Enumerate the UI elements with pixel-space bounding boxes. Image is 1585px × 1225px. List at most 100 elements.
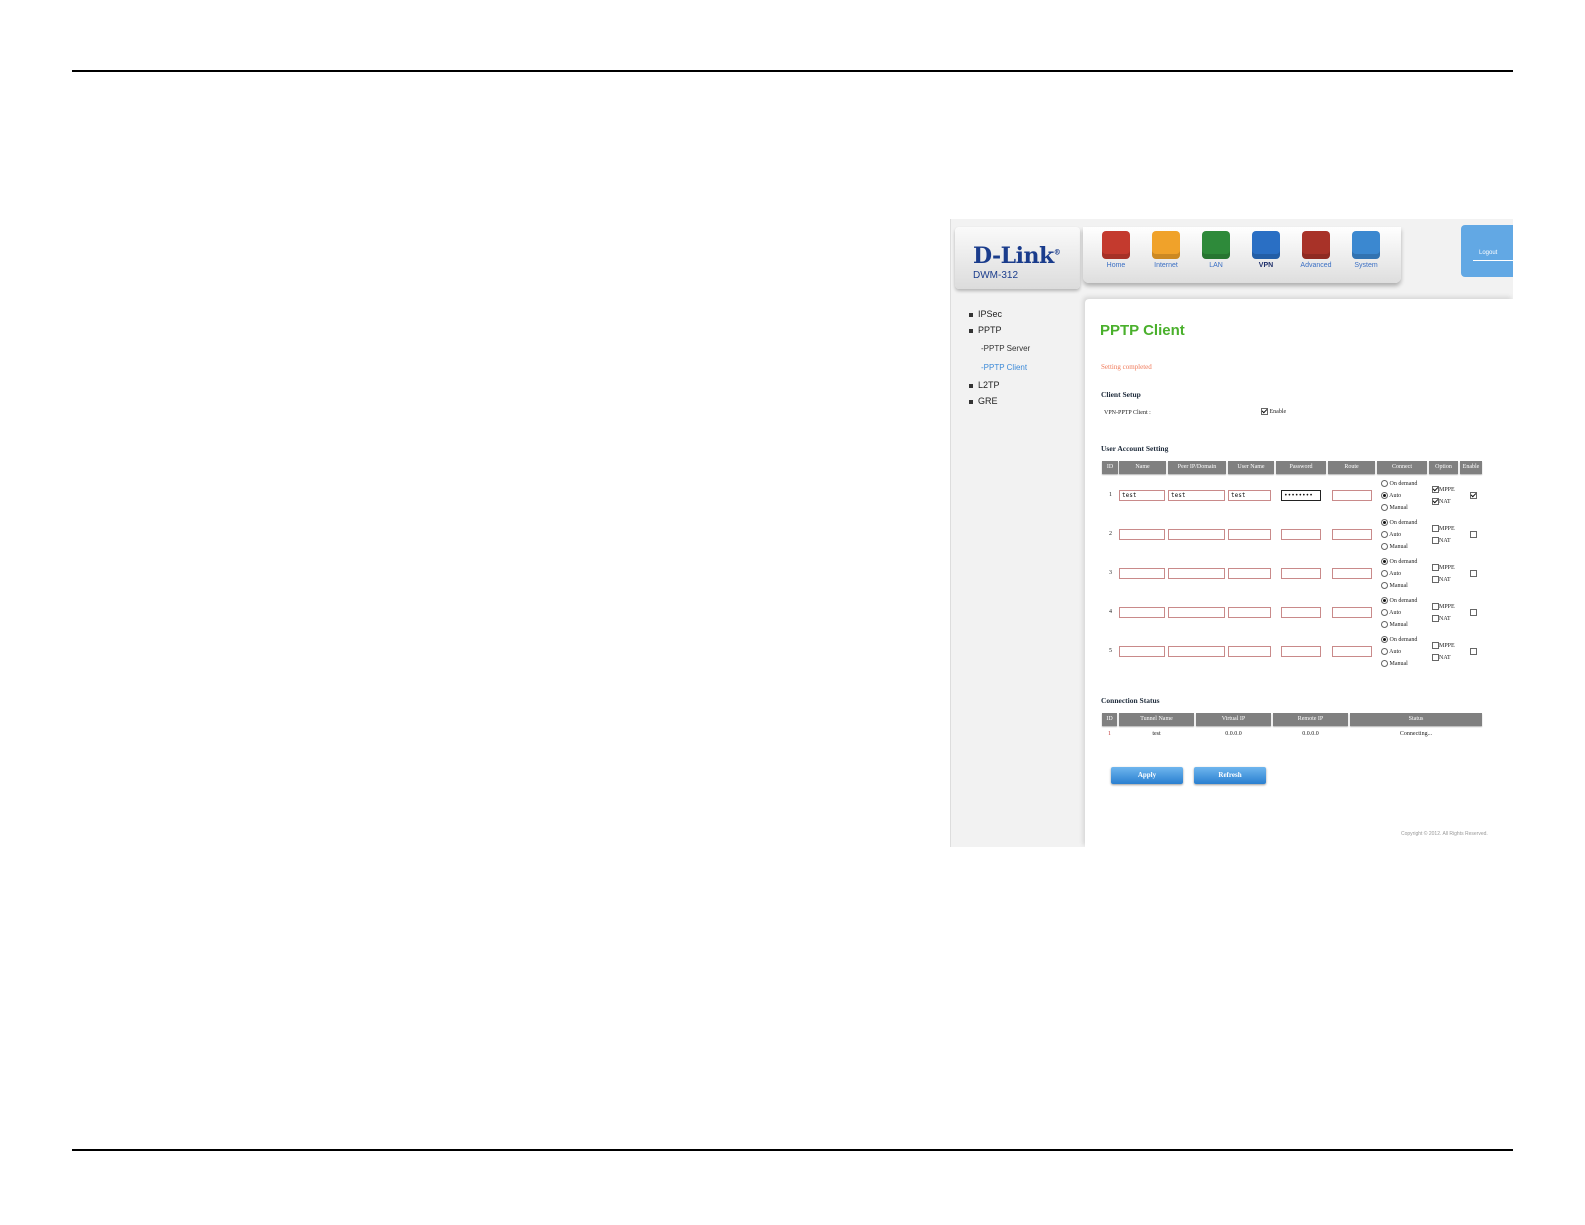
option-nat[interactable]: NAT: [1432, 613, 1455, 625]
option-nat[interactable]: NAT: [1432, 496, 1455, 508]
name-input[interactable]: [1119, 646, 1165, 657]
connect-radio[interactable]: [1381, 504, 1388, 512]
row-enable-checkbox[interactable]: [1470, 609, 1477, 616]
peer-domain-input[interactable]: [1168, 529, 1225, 540]
route-input[interactable]: [1332, 607, 1372, 618]
nav-system[interactable]: System: [1341, 231, 1391, 269]
connect-radio[interactable]: [1381, 660, 1388, 668]
row-enable-checkbox[interactable]: [1470, 648, 1477, 655]
mppe-checkbox[interactable]: [1432, 525, 1439, 533]
connect-option[interactable]: On demand: [1381, 517, 1417, 529]
connect-option[interactable]: Auto: [1381, 568, 1417, 580]
nat-checkbox[interactable]: [1432, 654, 1439, 662]
mppe-checkbox[interactable]: [1432, 564, 1439, 572]
row-enable-checkbox[interactable]: [1470, 492, 1477, 499]
connect-option[interactable]: Auto: [1381, 607, 1417, 619]
connect-option[interactable]: Manual: [1381, 502, 1417, 514]
connect-radio[interactable]: [1381, 609, 1388, 617]
connect-radio[interactable]: [1381, 648, 1388, 656]
password-input[interactable]: ••••••••: [1281, 490, 1321, 501]
row-enable-checkbox[interactable]: [1470, 531, 1477, 538]
option-mppe[interactable]: MPPE: [1432, 601, 1455, 613]
option-mppe[interactable]: MPPE: [1432, 523, 1455, 535]
connect-radio[interactable]: [1381, 519, 1388, 527]
connect-option[interactable]: On demand: [1381, 595, 1417, 607]
connect-radio[interactable]: [1381, 480, 1388, 488]
connect-radio[interactable]: [1381, 636, 1388, 644]
option-nat[interactable]: NAT: [1432, 652, 1455, 664]
cs-cell-id: 1: [1108, 731, 1111, 737]
user-name-input[interactable]: test: [1228, 490, 1271, 501]
name-input[interactable]: [1119, 568, 1165, 579]
connect-option[interactable]: On demand: [1381, 634, 1417, 646]
password-input[interactable]: [1281, 529, 1321, 540]
route-input[interactable]: [1332, 529, 1372, 540]
sidebar-item-gre[interactable]: GRE: [969, 396, 998, 406]
refresh-button[interactable]: Refresh: [1194, 767, 1266, 784]
user-name-input[interactable]: [1228, 646, 1271, 657]
mppe-checkbox[interactable]: [1432, 486, 1439, 494]
connect-radio[interactable]: [1381, 582, 1388, 590]
client-enable-checkbox[interactable]: [1261, 408, 1268, 415]
peer-domain-input[interactable]: test: [1168, 490, 1225, 501]
route-input[interactable]: [1332, 646, 1372, 657]
name-input[interactable]: [1119, 529, 1165, 540]
peer-domain-input[interactable]: [1168, 646, 1225, 657]
connect-option[interactable]: Manual: [1381, 619, 1417, 631]
mppe-checkbox[interactable]: [1432, 603, 1439, 611]
password-input[interactable]: [1281, 607, 1321, 618]
nat-checkbox[interactable]: [1432, 498, 1439, 506]
option-mppe[interactable]: MPPE: [1432, 484, 1455, 496]
connect-radio[interactable]: [1381, 492, 1388, 500]
apply-button[interactable]: Apply: [1111, 767, 1183, 784]
nav-advanced[interactable]: Advanced: [1291, 231, 1341, 269]
password-input[interactable]: [1281, 646, 1321, 657]
sidebar-item-l2tp[interactable]: L2TP: [969, 380, 1000, 390]
connect-option[interactable]: Manual: [1381, 541, 1417, 553]
connect-radio[interactable]: [1381, 543, 1388, 551]
peer-domain-input[interactable]: [1168, 607, 1225, 618]
mppe-checkbox[interactable]: [1432, 642, 1439, 650]
client-enable-toggle[interactable]: Enable: [1261, 408, 1286, 415]
option-mppe[interactable]: MPPE: [1432, 640, 1455, 652]
row-enable-checkbox[interactable]: [1470, 570, 1477, 577]
nat-checkbox[interactable]: [1432, 615, 1439, 623]
peer-domain-input[interactable]: [1168, 568, 1225, 579]
name-input[interactable]: [1119, 607, 1165, 618]
connect-option[interactable]: Auto: [1381, 529, 1417, 541]
sidebar-item-pptp-server[interactable]: -PPTP Server: [981, 344, 1030, 353]
cs-cell-status: Connecting...: [1399, 731, 1433, 737]
connect-option[interactable]: Auto: [1381, 490, 1417, 502]
nav-home[interactable]: Home: [1091, 231, 1141, 269]
route-input[interactable]: [1332, 490, 1372, 501]
logout-button[interactable]: Logout: [1461, 225, 1513, 277]
connect-option[interactable]: Manual: [1381, 580, 1417, 592]
password-input[interactable]: [1281, 568, 1321, 579]
option-nat[interactable]: NAT: [1432, 535, 1455, 547]
connect-radio[interactable]: [1381, 558, 1388, 566]
name-input[interactable]: test: [1119, 490, 1165, 501]
nat-checkbox[interactable]: [1432, 576, 1439, 584]
user-name-input[interactable]: [1228, 529, 1271, 540]
user-name-input[interactable]: [1228, 568, 1271, 579]
connect-option[interactable]: On demand: [1381, 556, 1417, 568]
connect-radio[interactable]: [1381, 531, 1388, 539]
connect-option[interactable]: Auto: [1381, 646, 1417, 658]
route-input[interactable]: [1332, 568, 1372, 579]
connect-option[interactable]: Manual: [1381, 658, 1417, 670]
sidebar-item-pptp[interactable]: PPTP: [969, 325, 1002, 335]
user-name-input[interactable]: [1228, 607, 1271, 618]
nav-internet[interactable]: Internet: [1141, 231, 1191, 269]
sidebar-item-ipsec[interactable]: IPSec: [969, 309, 1002, 319]
option-nat[interactable]: NAT: [1432, 574, 1455, 586]
nav-vpn[interactable]: VPN: [1241, 231, 1291, 269]
page-title: PPTP Client: [1100, 322, 1185, 339]
connect-option[interactable]: On demand: [1381, 478, 1417, 490]
sidebar-item-pptp-client[interactable]: -PPTP Client: [981, 363, 1027, 372]
connect-radio[interactable]: [1381, 621, 1388, 629]
connect-radio[interactable]: [1381, 597, 1388, 605]
connect-radio[interactable]: [1381, 570, 1388, 578]
nav-lan[interactable]: LAN: [1191, 231, 1241, 269]
nat-checkbox[interactable]: [1432, 537, 1439, 545]
option-mppe[interactable]: MPPE: [1432, 562, 1455, 574]
